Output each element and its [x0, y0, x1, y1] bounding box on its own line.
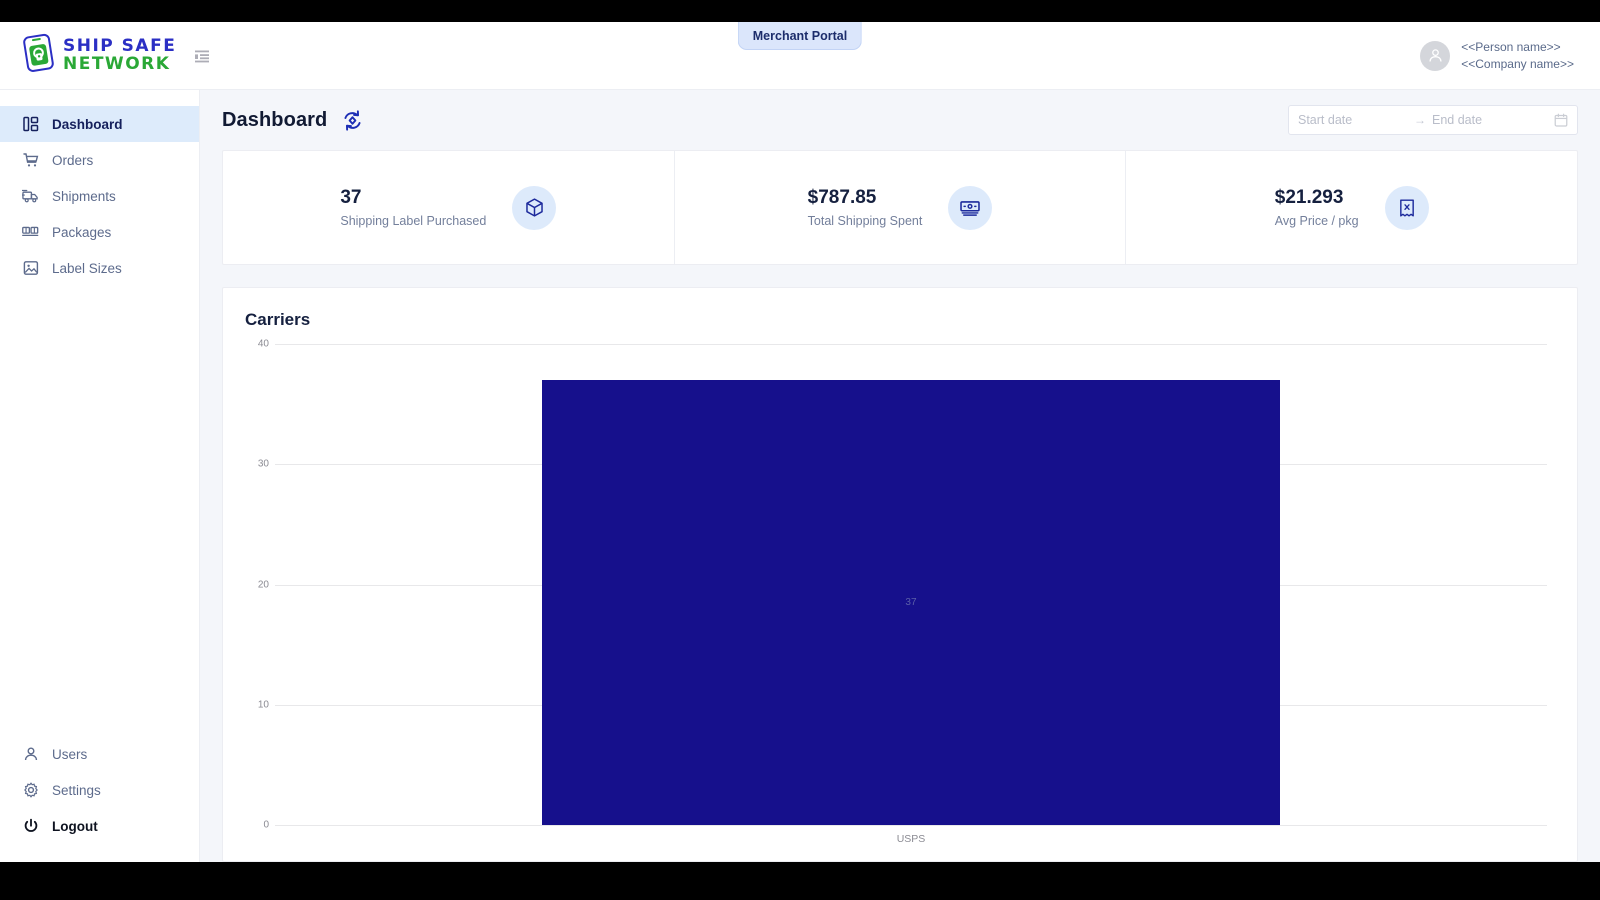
chart-bar-value-label: 37	[905, 597, 917, 609]
date-range-arrow: →	[1414, 113, 1426, 127]
power-icon	[22, 818, 39, 835]
stat-card-labels-purchased: 37 Shipping Label Purchased	[223, 151, 675, 264]
main-content: Dashboard →	[200, 90, 1600, 862]
cart-icon	[22, 152, 39, 169]
sidebar-item-packages[interactable]: Packages	[0, 214, 199, 250]
logo-line-1: SHIP SAFE	[63, 36, 177, 56]
end-date-input[interactable]	[1432, 113, 1542, 127]
sidebar-item-label-sizes[interactable]: Label Sizes	[0, 250, 199, 286]
chart-gridline	[275, 825, 1547, 826]
package-box-icon	[512, 185, 557, 230]
sidebar-item-settings[interactable]: Settings	[0, 772, 199, 808]
stat-value: $787.85	[807, 187, 877, 208]
stats-row: 37 Shipping Label Purchased $787.85 Tota…	[222, 150, 1578, 265]
stat-label: Avg Price / pkg	[1274, 214, 1359, 228]
sidebar-item-label: Dashboard	[52, 116, 123, 132]
user-icon	[22, 746, 39, 763]
company-name: <<Company name>>	[1461, 56, 1574, 71]
page-header: Dashboard →	[222, 90, 1578, 150]
stat-card-total-spent: $787.85 Total Shipping Spent	[675, 151, 1127, 264]
sidebar-item-label: Settings	[52, 782, 101, 798]
user-profile[interactable]: <<Person name>> <<Company name>>	[1420, 40, 1600, 72]
chart-y-tick-label: 10	[257, 699, 269, 711]
label-icon	[22, 260, 39, 277]
avatar	[1420, 40, 1451, 71]
sidebar-item-label: Users	[52, 746, 88, 762]
boxes-icon	[22, 224, 39, 241]
calendar-icon[interactable]	[1554, 113, 1568, 127]
user-names: <<Person name>> <<Company name>>	[1461, 40, 1574, 72]
sidebar-bottom: Users Settings Logout	[0, 736, 199, 862]
stat-label: Total Shipping Spent	[807, 214, 923, 228]
sidebar-item-shipments[interactable]: Shipments	[0, 178, 199, 214]
chart-title: Carriers	[245, 310, 311, 329]
logo-wordmark: SHIP SAFE NETWORK	[63, 38, 176, 73]
truck-icon	[22, 188, 39, 205]
chart-y-tick-label: 40	[257, 338, 269, 350]
sidebar-item-orders[interactable]: Orders	[0, 142, 199, 178]
sidebar-item-label: Packages	[52, 224, 112, 240]
sidebar-item-label: Shipments	[52, 188, 116, 204]
stat-value: 37	[340, 187, 362, 208]
sidebar-item-label: Orders	[52, 152, 94, 168]
receipt-icon	[1384, 185, 1429, 230]
chart-plot-area: 40 30 20 10 0 37 USPS	[245, 339, 1555, 847]
dashboard-icon	[22, 116, 39, 133]
chart-bar[interactable]: 37	[542, 380, 1280, 825]
stat-card-avg-price: $21.293 Avg Price / pkg	[1126, 151, 1577, 264]
sidebar-item-dashboard[interactable]: Dashboard	[0, 106, 199, 142]
chart-y-tick-label: 20	[257, 579, 269, 590]
stat-text: 37 Shipping Label Purchased	[340, 187, 486, 228]
shield-phone-logo-icon	[22, 33, 55, 78]
menu-indent-icon[interactable]	[194, 48, 210, 64]
banknote-icon	[948, 185, 993, 230]
top-bar: SHIP SAFE NETWORK Merchant Portal <<Pers…	[0, 22, 1600, 90]
body-row: Dashboard Orders Shipments Packages Labe…	[0, 90, 1600, 862]
stat-text: $21.293 Avg Price / pkg	[1275, 187, 1359, 228]
sidebar-item-users[interactable]: Users	[0, 736, 199, 772]
logo-line-2: NETWORK	[63, 54, 171, 74]
app-logo[interactable]: SHIP SAFE NETWORK	[22, 33, 176, 78]
gear-icon	[22, 782, 39, 799]
start-date-input[interactable]	[1298, 113, 1408, 127]
person-name: <<Person name>>	[1461, 39, 1561, 54]
carriers-chart-card: Carriers 40 30 20 10 0 37 USPS	[222, 287, 1578, 862]
sidebar-item-label: Label Sizes	[52, 260, 122, 276]
sidebar-item-logout[interactable]: Logout	[0, 808, 199, 844]
chart-y-tick-label: 0	[263, 819, 269, 831]
chart-y-tick-label: 30	[257, 458, 269, 470]
portal-badge: Merchant Portal	[737, 22, 863, 50]
stat-value: $21.293	[1274, 187, 1344, 208]
page-title: Dashboard	[222, 108, 328, 131]
sidebar-item-label: Logout	[52, 818, 98, 834]
chart-gridline	[275, 344, 1547, 345]
stat-text: $787.85 Total Shipping Spent	[808, 187, 923, 228]
chart-x-tick-label: USPS	[896, 833, 926, 845]
chart-canvas: 40 30 20 10 0 37 USPS	[245, 339, 1555, 845]
date-range-picker[interactable]: →	[1288, 105, 1578, 135]
stat-label: Shipping Label Purchased	[340, 214, 487, 228]
app-window: SHIP SAFE NETWORK Merchant Portal <<Pers…	[0, 22, 1600, 862]
sidebar: Dashboard Orders Shipments Packages Labe…	[0, 90, 200, 862]
brand-area[interactable]: SHIP SAFE NETWORK	[0, 33, 210, 78]
refresh-sync-icon[interactable]	[341, 109, 364, 132]
